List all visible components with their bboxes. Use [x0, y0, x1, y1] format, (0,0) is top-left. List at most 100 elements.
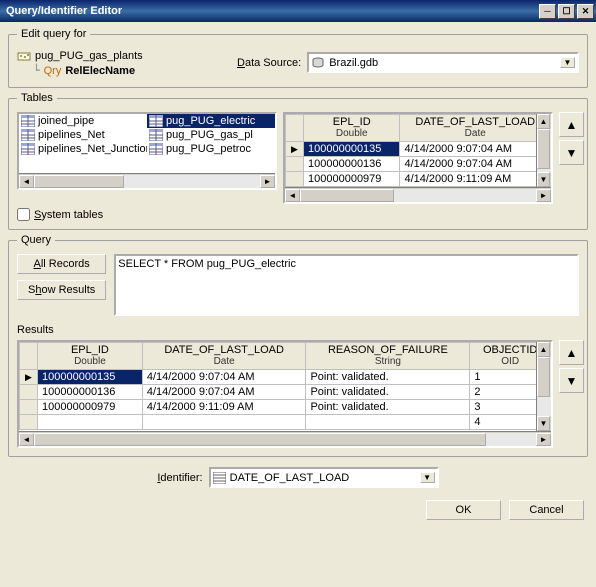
query-legend: Query: [17, 234, 55, 246]
table-name: pipelines_Net: [38, 129, 105, 141]
tables-preview-grid[interactable]: EPL_IDDoubleDATE_OF_LAST_LOADDate▶100000…: [283, 112, 553, 204]
col-header[interactable]: DATE_OF_LAST_LOADDate: [400, 115, 551, 142]
row-header[interactable]: [20, 400, 38, 415]
maximize-button[interactable]: ☐: [558, 4, 575, 19]
cell-epl-id: 100000000979: [38, 400, 143, 415]
window-title: Query/Identifier Editor: [6, 5, 122, 17]
scroll-right-icon[interactable]: ►: [536, 433, 551, 446]
system-tables-checkbox[interactable]: [17, 208, 30, 221]
cancel-button[interactable]: Cancel: [509, 500, 584, 520]
arrow-up-icon: ▲: [566, 346, 578, 360]
preview-vscroll[interactable]: ▲ ▼: [536, 114, 551, 187]
row-header[interactable]: ▶: [20, 370, 38, 385]
table-list-item[interactable]: pug_PUG_gas_pl: [147, 128, 275, 142]
row-header[interactable]: [20, 385, 38, 400]
tables-legend: Tables: [17, 92, 57, 104]
cell-epl-id: 100000000136: [38, 385, 143, 400]
tables-list[interactable]: joined_pipe pipelines_Netpipelines_Net_Ju…: [17, 112, 277, 190]
current-row-icon: ▶: [25, 372, 32, 382]
scroll-down-icon[interactable]: ▼: [537, 416, 550, 431]
query-fieldset: Query All Records Show Results Results E…: [8, 234, 588, 457]
scroll-right-icon[interactable]: ►: [260, 175, 275, 188]
minimize-button[interactable]: ─: [539, 4, 556, 19]
query-textarea[interactable]: [114, 254, 579, 316]
scroll-up-icon[interactable]: ▲: [537, 342, 550, 357]
table-row[interactable]: 4: [20, 415, 551, 430]
cell-date: 4/14/2000 9:11:09 AM: [400, 172, 551, 187]
row-header[interactable]: [20, 415, 38, 430]
table-name: pug_PUG_petroc: [166, 143, 251, 155]
table-name: joined_pipe: [38, 115, 94, 127]
scroll-down-icon[interactable]: ▼: [537, 172, 550, 187]
cell-epl-id: 100000000135: [38, 370, 143, 385]
identifier-combo[interactable]: DATE_OF_LAST_LOAD ▼: [209, 467, 439, 488]
database-icon: [311, 57, 325, 69]
row-header[interactable]: [286, 172, 304, 187]
tree-layer-label: pug_PUG_gas_plants: [35, 50, 143, 62]
table-row[interactable]: 1000000001364/14/2000 9:07:04 AMPoint: v…: [20, 385, 551, 400]
all-records-button[interactable]: All Records: [17, 254, 106, 274]
chevron-down-icon: ▼: [560, 57, 575, 68]
cell-epl-id: 100000000136: [304, 157, 400, 172]
hscroll-thumb[interactable]: [34, 433, 486, 446]
arrow-down-icon: ▼: [566, 146, 578, 160]
col-header[interactable]: EPL_IDDouble: [38, 343, 143, 370]
tree-connector: └: [33, 64, 40, 77]
table-row[interactable]: 1000000001364/14/2000 9:07:04 AM: [286, 157, 551, 172]
show-results-button[interactable]: Show Results: [17, 280, 106, 300]
cell-epl-id: [38, 415, 143, 430]
rowheader-blank: [286, 115, 304, 142]
results-vscroll[interactable]: ▲ ▼: [536, 342, 551, 431]
col-header[interactable]: REASON_OF_FAILUREString: [306, 343, 470, 370]
vscroll-thumb[interactable]: [537, 129, 550, 169]
cell-reason: Point: validated.: [306, 385, 470, 400]
tree-query-prefix: Qry: [44, 65, 62, 77]
edit-query-fieldset: Edit query for pug_PUG_gas_plants └ Qry …: [8, 28, 588, 88]
table-list-item[interactable]: pug_PUG_electric: [147, 114, 275, 128]
scroll-left-icon[interactable]: ◄: [285, 189, 300, 202]
row-header[interactable]: ▶: [286, 142, 304, 157]
results-down-button[interactable]: ▼: [559, 368, 584, 393]
results-grid[interactable]: EPL_IDDoubleDATE_OF_LAST_LOADDateREASON_…: [17, 340, 553, 448]
scroll-left-icon[interactable]: ◄: [19, 175, 34, 188]
tree-query-name: RelElecName: [65, 65, 135, 77]
tree-layer-item[interactable]: pug_PUG_gas_plants: [17, 50, 217, 62]
scroll-up-icon[interactable]: ▲: [537, 114, 550, 129]
tree-query-item[interactable]: └ Qry RelElecName: [33, 64, 217, 77]
close-button[interactable]: ✕: [577, 4, 594, 19]
results-up-button[interactable]: ▲: [559, 340, 584, 365]
table-list-item[interactable]: pipelines_Net: [19, 128, 147, 142]
data-source-combo[interactable]: Brazil.gdb ▼: [307, 52, 579, 73]
scroll-right-icon[interactable]: ►: [536, 189, 551, 202]
table-row[interactable]: 1000000009794/14/2000 9:11:09 AMPoint: v…: [20, 400, 551, 415]
col-header[interactable]: DATE_OF_LAST_LOADDate: [142, 343, 306, 370]
chevron-down-icon: ▼: [420, 472, 435, 483]
tables-hscroll[interactable]: ◄ ►: [19, 173, 275, 188]
table-list-item[interactable]: joined_pipe: [19, 114, 147, 128]
table-name: pug_PUG_electric: [166, 115, 255, 127]
preview-hscroll[interactable]: ◄ ►: [285, 187, 551, 202]
table-row[interactable]: 1000000009794/14/2000 9:11:09 AM: [286, 172, 551, 187]
results-hscroll[interactable]: ◄ ►: [19, 431, 551, 446]
cell-epl-id: 100000000135: [304, 142, 400, 157]
scroll-left-icon[interactable]: ◄: [19, 433, 34, 446]
cell-reason: Point: validated.: [306, 400, 470, 415]
identifier-value: DATE_OF_LAST_LOAD: [230, 472, 420, 484]
cell-date: 4/14/2000 9:07:04 AM: [400, 157, 551, 172]
table-list-item[interactable]: pug_PUG_petroc: [147, 142, 275, 156]
ok-button[interactable]: OK: [426, 500, 501, 520]
table-icon: [149, 129, 163, 141]
move-down-button[interactable]: ▼: [559, 140, 584, 165]
table-row[interactable]: ▶1000000001354/14/2000 9:07:04 AMPoint: …: [20, 370, 551, 385]
col-header[interactable]: EPL_IDDouble: [304, 115, 400, 142]
table-icon: [149, 143, 163, 155]
table-row[interactable]: ▶1000000001354/14/2000 9:07:04 AM: [286, 142, 551, 157]
vscroll-thumb[interactable]: [537, 357, 550, 397]
hscroll-thumb[interactable]: [300, 189, 394, 202]
tables-fieldset: Tables joined_pipe pipelines_Netpipelines…: [8, 92, 588, 230]
table-list-item[interactable]: pipelines_Net_Junctions: [19, 142, 147, 156]
hscroll-thumb[interactable]: [34, 175, 124, 188]
move-up-button[interactable]: ▲: [559, 112, 584, 137]
row-header[interactable]: [286, 157, 304, 172]
edit-query-legend: Edit query for: [17, 28, 90, 40]
